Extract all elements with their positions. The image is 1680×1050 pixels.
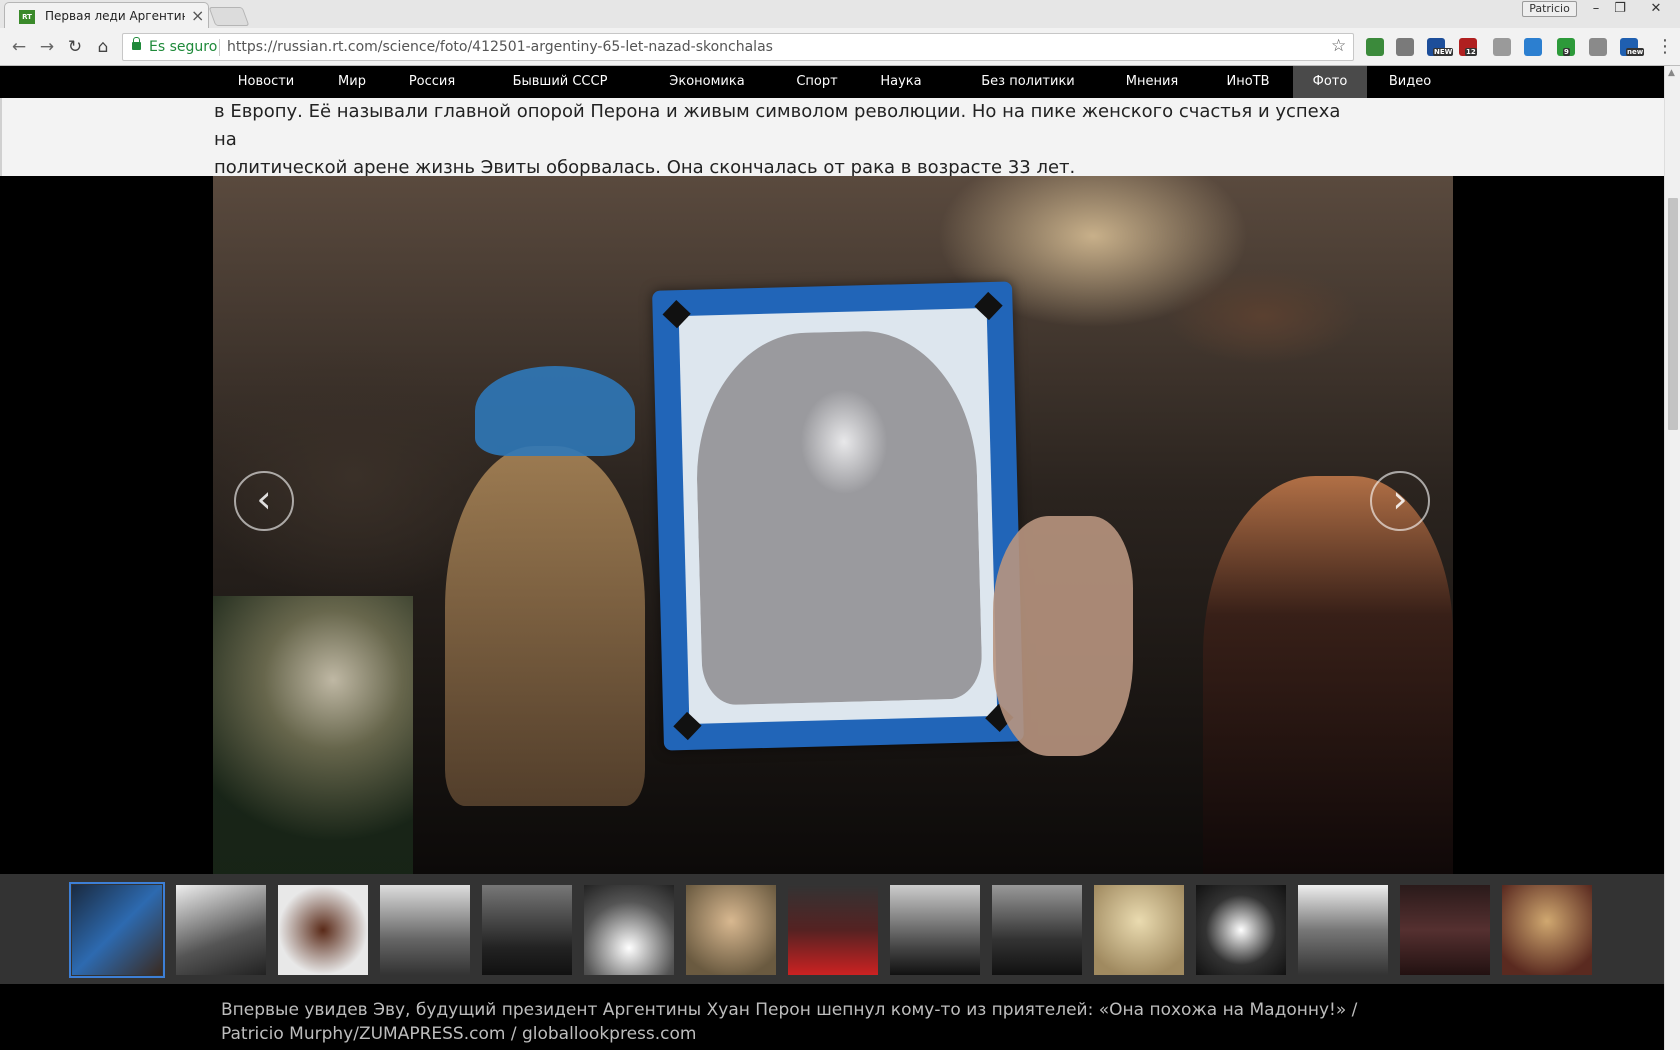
lock-icon	[132, 37, 141, 50]
photo-caption-bar: Впервые увидев Эву, будущий президент Ар…	[0, 984, 1664, 1050]
nav-item-news[interactable]: Новости	[222, 66, 310, 98]
gallery-main-photo	[213, 176, 1453, 874]
restore-icon[interactable]: ❐	[1609, 0, 1631, 18]
nav-item-inotv[interactable]: ИноТВ	[1220, 66, 1276, 98]
photo-gallery: ‹ ›	[0, 176, 1664, 874]
article-text-block: в Европу. Её называли главной опорой Пер…	[0, 98, 1664, 178]
nav-item-economy[interactable]: Экономика	[660, 66, 754, 98]
article-line-1: в Европу. Её называли главной опорой Пер…	[214, 101, 1341, 150]
new-tab-button[interactable]	[208, 7, 250, 26]
page-scrollbar[interactable]: ▲	[1664, 66, 1680, 1050]
refresh-circle-icon[interactable]	[1396, 38, 1414, 56]
screenshot-icon[interactable]	[1524, 38, 1542, 56]
nav-item-world[interactable]: Мир	[322, 66, 382, 98]
scroll-up-icon[interactable]: ▲	[1668, 68, 1675, 78]
photo-caption: Впервые увидев Эву, будущий президент Ар…	[221, 1000, 1358, 1044]
news-icon[interactable]: NEW	[1427, 38, 1454, 56]
facebook-icon[interactable]	[1589, 38, 1607, 56]
gallery-thumbnail[interactable]	[1094, 885, 1184, 975]
gallery-thumbnail[interactable]	[1298, 885, 1388, 975]
secure-label: Es seguro	[149, 39, 218, 55]
photo-portrait	[693, 328, 983, 706]
gallery-thumbnail[interactable]	[1400, 885, 1490, 975]
gallery-thumbnail[interactable]	[584, 885, 674, 975]
mail-icon[interactable]: new	[1620, 38, 1645, 56]
gallery-thumbnail[interactable]	[380, 885, 470, 975]
bookmark-star-icon[interactable]: ☆	[1331, 36, 1346, 56]
profile-button[interactable]: Patricio	[1522, 1, 1577, 17]
address-bar-divider	[219, 39, 220, 56]
tab-close-icon[interactable]: ×	[191, 6, 204, 25]
site-navigation: Новости Мир Россия Бывший СССР Экономика…	[0, 66, 1664, 98]
article-line-2: политической арене жизнь Эвиты оборвалас…	[214, 157, 1076, 178]
photo-flowers	[213, 596, 413, 874]
home-icon[interactable]: ⌂	[92, 36, 114, 58]
browser-tab-active[interactable]: RT Первая леди Аргентины ×	[4, 2, 209, 29]
gallery-next-arrow-icon[interactable]: ›	[1370, 471, 1430, 531]
nav-item-russia[interactable]: Россия	[396, 66, 468, 98]
gallery-prev-arrow-icon[interactable]: ‹	[234, 471, 294, 531]
tab-title: Первая леди Аргентины	[45, 9, 185, 23]
photo-person-left	[445, 446, 645, 806]
puzzle-icon[interactable]	[1366, 38, 1384, 56]
gallery-thumbnail[interactable]	[69, 882, 165, 978]
extension-badge: new	[1626, 48, 1645, 56]
nav-item-former-ussr[interactable]: Бывший СССР	[500, 66, 620, 98]
gallery-thumbnail[interactable]	[890, 885, 980, 975]
gallery-thumbnail[interactable]	[686, 885, 776, 975]
nav-item-photo[interactable]: Фото	[1293, 66, 1367, 98]
browser-menu-icon[interactable]: ⋮	[1656, 36, 1674, 57]
extension-badge: 9	[1563, 48, 1570, 56]
close-window-icon[interactable]: ✕	[1645, 0, 1667, 18]
gallery-thumbnail[interactable]	[176, 885, 266, 975]
address-bar[interactable]: Es seguro https://russian.rt.com/science…	[122, 33, 1354, 61]
url-text[interactable]: https://russian.rt.com/science/foto/4125…	[227, 39, 773, 55]
article-paragraph: в Европу. Её называли главной опорой Пер…	[214, 98, 1344, 182]
ublock-icon[interactable]: 12	[1459, 38, 1477, 56]
gallery-thumbnail[interactable]	[278, 885, 368, 975]
gallery-thumbnail[interactable]	[1502, 885, 1592, 975]
gallery-thumbnail[interactable]	[992, 885, 1082, 975]
nav-item-sport[interactable]: Спорт	[786, 66, 848, 98]
extension-badge: NEW	[1433, 48, 1454, 56]
nav-item-science[interactable]: Наука	[870, 66, 932, 98]
nav-item-opinions[interactable]: Мнения	[1116, 66, 1188, 98]
scrollbar-thumb[interactable]	[1668, 198, 1678, 430]
download-icon[interactable]: 9	[1557, 38, 1575, 56]
photo-person-right	[1203, 476, 1453, 874]
nav-item-no-politics[interactable]: Без политики	[970, 66, 1086, 98]
thumbnail-strip	[0, 874, 1664, 984]
nav-item-video[interactable]: Видео	[1380, 66, 1440, 98]
browser-titlebar: RT Первая леди Аргентины × Patricio – ❐ …	[0, 0, 1680, 29]
reload-icon[interactable]: ↻	[64, 36, 86, 58]
photo-hand	[993, 516, 1133, 756]
back-arrow-icon[interactable]: ←	[8, 36, 30, 58]
forward-arrow-icon[interactable]: →	[36, 36, 58, 58]
minimize-icon[interactable]: –	[1585, 0, 1607, 18]
extension-badge: 12	[1465, 48, 1477, 56]
photo-portrait-frame	[652, 281, 1024, 751]
gallery-thumbnail[interactable]	[788, 885, 878, 975]
browser-toolbar: ← → ↻ ⌂ Es seguro https://russian.rt.com…	[0, 28, 1680, 66]
photo-blue-cap	[475, 366, 635, 456]
gallery-thumbnail[interactable]	[482, 885, 572, 975]
gallery-thumbnail[interactable]	[1196, 885, 1286, 975]
camera-icon[interactable]	[1493, 38, 1511, 56]
rt-favicon-icon: RT	[19, 10, 35, 24]
